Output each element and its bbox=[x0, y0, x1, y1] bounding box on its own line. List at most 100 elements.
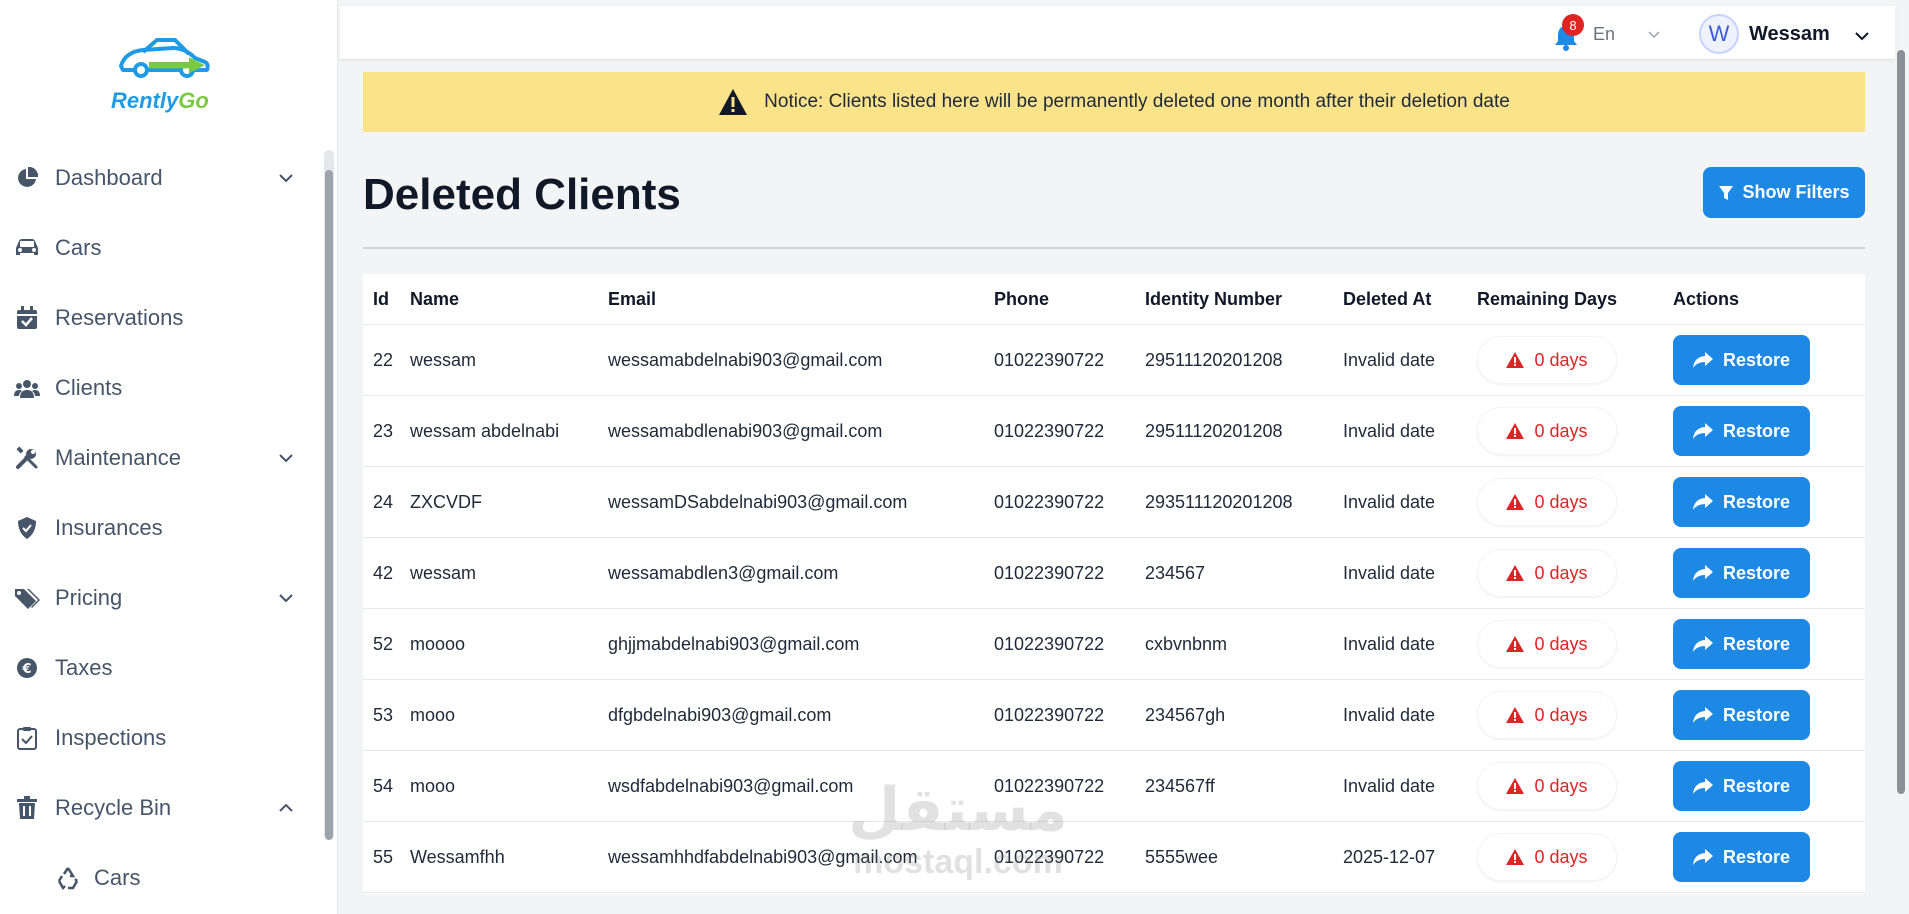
remaining-days-text: 0 days bbox=[1534, 846, 1588, 867]
sidebar-item-label: Reservations bbox=[55, 305, 184, 330]
cell-id: 42 bbox=[373, 562, 394, 583]
cell-identity: 5555wee bbox=[1145, 846, 1219, 867]
column-header-id[interactable]: Id bbox=[363, 289, 410, 310]
cell-deleted-at: Invalid date bbox=[1343, 633, 1436, 654]
restore-button[interactable]: Restore bbox=[1673, 690, 1810, 740]
share-arrow-icon bbox=[1692, 778, 1713, 794]
column-header-email[interactable]: Email bbox=[608, 289, 994, 310]
cell-remaining: 0 days bbox=[1477, 407, 1673, 455]
cell-remaining: 0 days bbox=[1477, 762, 1673, 810]
cell-actions: Restore bbox=[1673, 761, 1853, 811]
table-row: 22 wessam wessamabdelnabi903@gmail.com 0… bbox=[363, 325, 1865, 396]
tools-icon bbox=[14, 445, 40, 471]
cell-phone: 01022390722 bbox=[994, 562, 1105, 583]
warning-icon bbox=[1506, 352, 1525, 368]
cell-email: wessamabdlenabi903@gmail.com bbox=[608, 420, 883, 441]
sidebar-item-taxes[interactable]: € Taxes bbox=[0, 633, 310, 703]
cell-phone: 01022390722 bbox=[994, 633, 1105, 654]
warning-icon bbox=[1506, 494, 1525, 510]
restore-label: Restore bbox=[1722, 704, 1791, 725]
table-header: Id Name Email Phone Identity Number Dele… bbox=[363, 274, 1865, 325]
column-header-phone[interactable]: Phone bbox=[994, 289, 1145, 310]
recycle-icon bbox=[54, 864, 82, 892]
sidebar-item-label: Pricing bbox=[55, 585, 123, 610]
cell-deleted-at: Invalid date bbox=[1343, 420, 1436, 441]
cell-identity: 29511120201208 bbox=[1145, 420, 1283, 441]
restore-button[interactable]: Restore bbox=[1673, 335, 1810, 385]
cell-deleted-at: Invalid date bbox=[1343, 349, 1436, 370]
user-name[interactable]: Wessam bbox=[1749, 23, 1830, 46]
show-filters-button[interactable]: Show Filters bbox=[1703, 167, 1865, 218]
cell-id: 23 bbox=[373, 420, 394, 441]
sidebar-item-cars[interactable]: Cars bbox=[0, 213, 310, 283]
share-arrow-icon bbox=[1692, 494, 1713, 510]
restore-button[interactable]: Restore bbox=[1673, 548, 1810, 598]
sidebar-item-label: Inspections bbox=[55, 725, 167, 750]
remaining-days-badge: 0 days bbox=[1477, 478, 1617, 526]
sidebar-nav: Dashboard Cars Reservations Clients Main… bbox=[0, 143, 310, 913]
chevron-down-icon[interactable] bbox=[1852, 26, 1872, 46]
restore-button[interactable]: Restore bbox=[1673, 619, 1810, 669]
cell-phone: 01022390722 bbox=[994, 420, 1105, 441]
cell-email: ghjjmabdelnabi903@gmail.com bbox=[608, 633, 860, 654]
brand-logo[interactable]: RentlyGo bbox=[105, 36, 225, 116]
sidebar-item-dashboard[interactable]: Dashboard bbox=[0, 143, 310, 213]
column-header-identity[interactable]: Identity Number bbox=[1145, 289, 1343, 310]
users-icon bbox=[14, 375, 40, 401]
cell-remaining: 0 days bbox=[1477, 336, 1673, 384]
cell-email: wessamabdelnabi903@gmail.com bbox=[608, 349, 883, 370]
cell-id: 24 bbox=[373, 491, 394, 512]
warning-icon bbox=[1506, 707, 1525, 723]
restore-button[interactable]: Restore bbox=[1673, 477, 1810, 527]
restore-button[interactable]: Restore bbox=[1673, 761, 1810, 811]
remaining-days-text: 0 days bbox=[1534, 491, 1588, 512]
sidebar-item-recycle-bin[interactable]: Recycle Bin bbox=[0, 773, 310, 843]
cell-actions: Restore bbox=[1673, 690, 1853, 740]
page-scrollbar[interactable] bbox=[1895, 50, 1907, 794]
sidebar-scroll-thumb[interactable] bbox=[325, 170, 333, 840]
svg-text:€: € bbox=[21, 662, 31, 677]
share-arrow-icon bbox=[1692, 352, 1713, 368]
share-arrow-icon bbox=[1692, 423, 1713, 439]
sidebar-item-label: Recycle Bin bbox=[55, 795, 172, 820]
language-select[interactable]: En bbox=[1593, 24, 1615, 45]
cell-id: 52 bbox=[373, 633, 394, 654]
cell-remaining: 0 days bbox=[1477, 549, 1673, 597]
remaining-days-badge: 0 days bbox=[1477, 691, 1617, 739]
warning-icon bbox=[1506, 565, 1525, 581]
share-arrow-icon bbox=[1692, 565, 1713, 581]
cell-identity: 293511120201208 bbox=[1145, 491, 1293, 512]
cell-actions: Restore bbox=[1673, 335, 1853, 385]
sidebar-item-label: Insurances bbox=[55, 515, 163, 540]
table-row: 24 ZXCVDF wessamDSabdelnabi903@gmail.com… bbox=[363, 467, 1865, 538]
column-header-deleted-at[interactable]: Deleted At bbox=[1343, 289, 1477, 310]
column-header-actions: Actions bbox=[1673, 288, 1740, 309]
sidebar-item-inspections[interactable]: Inspections bbox=[0, 703, 310, 773]
cell-email: wsdfabdelnabi903@gmail.com bbox=[608, 775, 854, 796]
cell-name: mooo bbox=[410, 775, 456, 796]
remaining-days-text: 0 days bbox=[1534, 704, 1588, 725]
shield-icon bbox=[14, 515, 40, 541]
sidebar-subitem-recycle-cars[interactable]: Cars bbox=[0, 843, 310, 913]
sidebar-item-reservations[interactable]: Reservations bbox=[0, 283, 310, 353]
sidebar-item-pricing[interactable]: Pricing bbox=[0, 563, 310, 633]
page-scroll-thumb[interactable] bbox=[1897, 50, 1905, 794]
remaining-days-badge: 0 days bbox=[1477, 549, 1617, 597]
chevron-down-icon bbox=[279, 454, 293, 463]
restore-button[interactable]: Restore bbox=[1673, 406, 1810, 456]
chevron-down-icon[interactable] bbox=[1646, 26, 1662, 42]
column-header-name[interactable]: Name bbox=[410, 289, 608, 310]
column-header-remaining-days[interactable]: Remaining Days bbox=[1477, 289, 1673, 310]
restore-button[interactable]: Restore bbox=[1673, 832, 1810, 882]
car-icon bbox=[14, 235, 40, 261]
table-row: 54 mooo wsdfabdelnabi903@gmail.com 01022… bbox=[363, 751, 1865, 822]
sidebar-scrollbar[interactable] bbox=[324, 150, 334, 840]
sidebar-item-insurances[interactable]: Insurances bbox=[0, 493, 310, 563]
sidebar-item-clients[interactable]: Clients bbox=[0, 353, 310, 423]
sidebar-item-maintenance[interactable]: Maintenance bbox=[0, 423, 310, 493]
avatar[interactable]: W bbox=[1699, 14, 1739, 54]
cell-identity: 234567 bbox=[1145, 562, 1206, 583]
warning-icon bbox=[1506, 849, 1525, 865]
cell-deleted-at: Invalid date bbox=[1343, 562, 1436, 583]
cell-name: ZXCVDF bbox=[410, 491, 482, 512]
